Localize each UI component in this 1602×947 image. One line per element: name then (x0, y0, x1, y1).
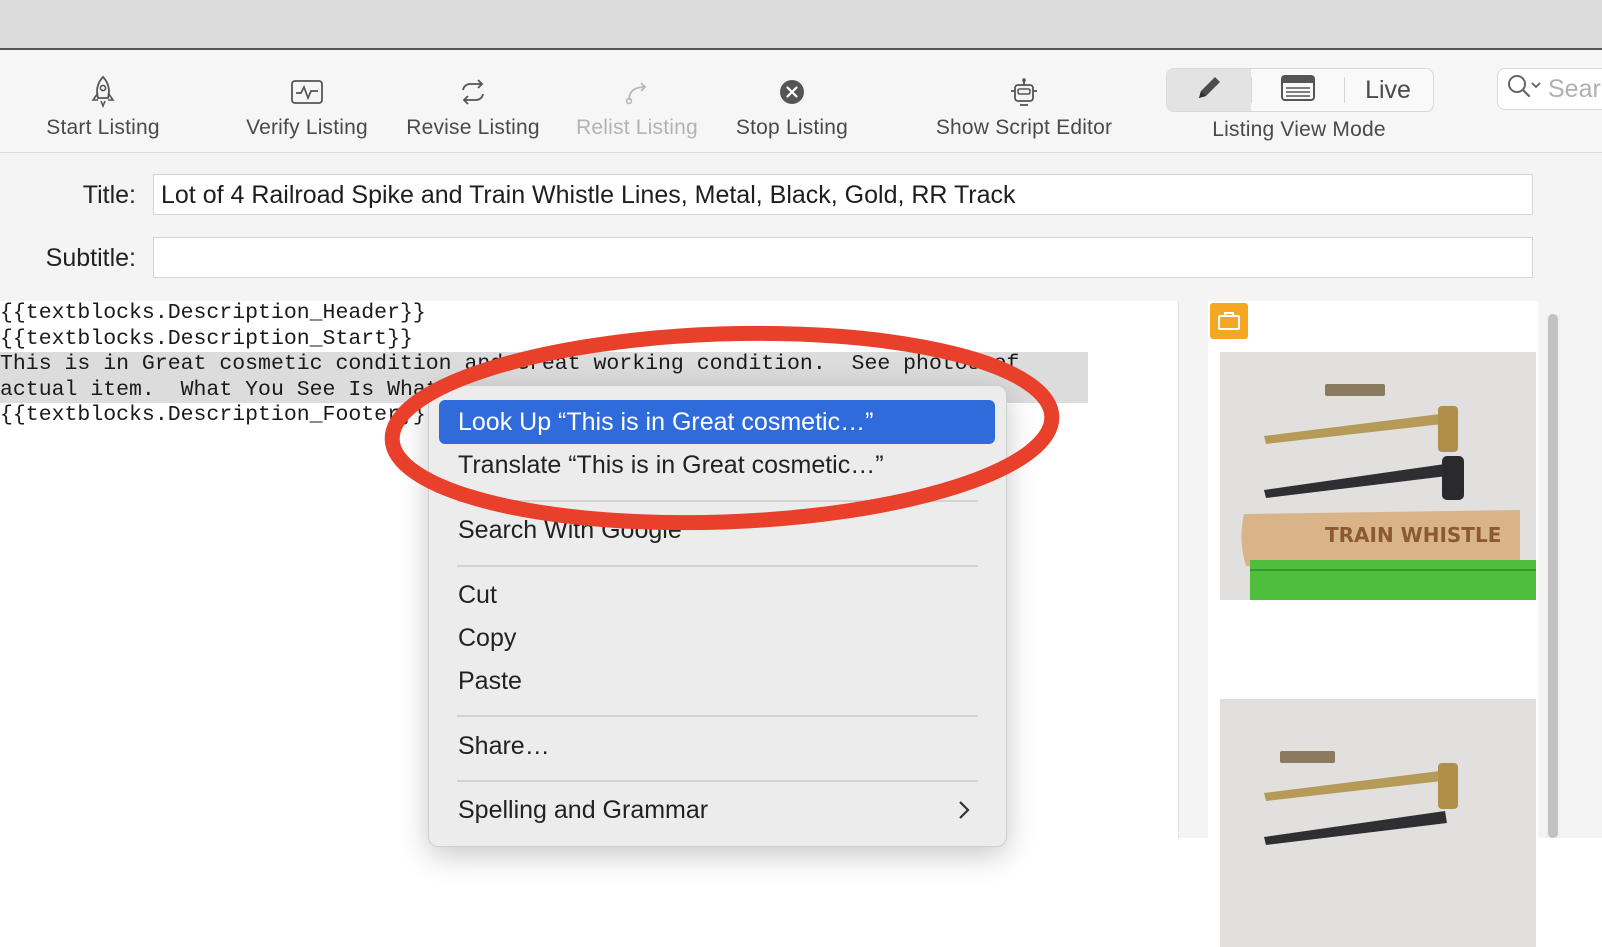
chevron-right-icon (957, 799, 971, 828)
menu-item-paste[interactable]: Paste (439, 659, 995, 703)
stop-listing-label: Stop Listing (735, 116, 849, 139)
search-field[interactable]: Sear (1497, 68, 1602, 110)
revise-listing-label: Revise Listing (406, 116, 540, 139)
menu-item-label: Search With Google (458, 515, 682, 544)
context-menu: Look Up “This is in Great cosmetic…” Tra… (428, 385, 1007, 847)
relist-listing-label: Relist Listing (576, 116, 698, 139)
revise-listing-button[interactable]: Revise Listing (402, 72, 544, 140)
listing-photo[interactable]: TRAIN WHISTLE (1220, 352, 1536, 600)
menu-item-label: Translate “This is in Great cosmetic…” (458, 450, 884, 479)
start-listing-button[interactable]: Start Listing (40, 72, 166, 140)
menu-item-label: Look Up “This is in Great cosmetic…” (458, 407, 874, 436)
rocket-icon (40, 72, 166, 112)
preview-mode-segment[interactable] (1252, 69, 1344, 111)
menu-item-search-with-google[interactable]: Search With Google (439, 508, 995, 552)
show-script-editor-button[interactable]: Show Script Editor (929, 72, 1119, 140)
menu-separator (457, 715, 978, 717)
svg-text:TRAIN WHISTLE: TRAIN WHISTLE (1325, 523, 1501, 547)
menu-item-cut[interactable]: Cut (439, 573, 995, 617)
photo-panel: TRAIN WHISTLE (1208, 301, 1538, 947)
menu-item-label: Copy (458, 623, 517, 652)
subtitle-field[interactable] (153, 237, 1533, 278)
menu-item-label: Share… (458, 731, 550, 760)
menu-item-translate[interactable]: Translate “This is in Great cosmetic…” (439, 443, 995, 487)
show-script-editor-label: Show Script Editor (935, 116, 1113, 139)
edit-mode-segment[interactable] (1167, 69, 1251, 111)
subtitle-label: Subtitle: (45, 244, 136, 272)
search-icon (1506, 73, 1542, 106)
scrollbar-thumb[interactable] (1548, 314, 1558, 838)
menu-item-look-up[interactable]: Look Up “This is in Great cosmetic…” (439, 400, 995, 444)
menu-item-spelling-and-grammar[interactable]: Spelling and Grammar (439, 788, 995, 832)
toolbar: Start Listing Verify Listing Revise List… (0, 50, 1602, 153)
title-field[interactable]: Lot of 4 Railroad Spike and Train Whistl… (153, 174, 1533, 215)
menu-separator (457, 565, 978, 567)
menu-item-label: Cut (458, 580, 497, 609)
editor-line: {{textblocks.Description_Footer}} (0, 403, 426, 427)
listing-view-mode-label: Listing View Mode (1212, 118, 1386, 141)
live-mode-segment[interactable]: Live (1345, 69, 1431, 111)
verify-listing-label: Verify Listing (246, 116, 368, 139)
live-label: Live (1365, 75, 1411, 104)
menu-item-label: Paste (458, 666, 522, 695)
badge-icon[interactable] (1210, 303, 1248, 339)
editor-line: {{textblocks.Description_Header}} (0, 301, 426, 325)
menu-item-copy[interactable]: Copy (439, 616, 995, 660)
verify-listing-button[interactable]: Verify Listing (240, 72, 374, 140)
listing-view-mode-control: Live (1166, 68, 1434, 112)
robot-icon (929, 72, 1119, 112)
start-listing-label: Start Listing (46, 116, 160, 139)
relist-listing-button[interactable]: Relist Listing (571, 72, 703, 140)
stop-listing-button[interactable]: Stop Listing (731, 72, 853, 140)
search-placeholder: Sear (1548, 74, 1601, 103)
window-titlebar (0, 0, 1602, 50)
stop-icon (731, 72, 853, 112)
pulse-icon (240, 72, 374, 112)
title-label: Title: (82, 181, 136, 209)
revise-icon (402, 72, 544, 112)
menu-separator (457, 500, 978, 502)
vertical-scrollbar[interactable] (1546, 314, 1560, 838)
pencil-icon (1194, 73, 1224, 108)
editor-line: actual item. What You See Is What (0, 377, 439, 402)
menu-separator (457, 780, 978, 782)
menu-item-label: Spelling and Grammar (458, 795, 709, 824)
editor-line: This is in Great cosmetic condition and … (0, 352, 1020, 376)
editor-line: {{textblocks.Description_Start}} (0, 326, 413, 351)
relist-icon (571, 72, 703, 112)
listing-photo[interactable] (1220, 699, 1536, 947)
window-preview-icon (1280, 74, 1316, 107)
menu-item-share[interactable]: Share… (439, 724, 995, 768)
